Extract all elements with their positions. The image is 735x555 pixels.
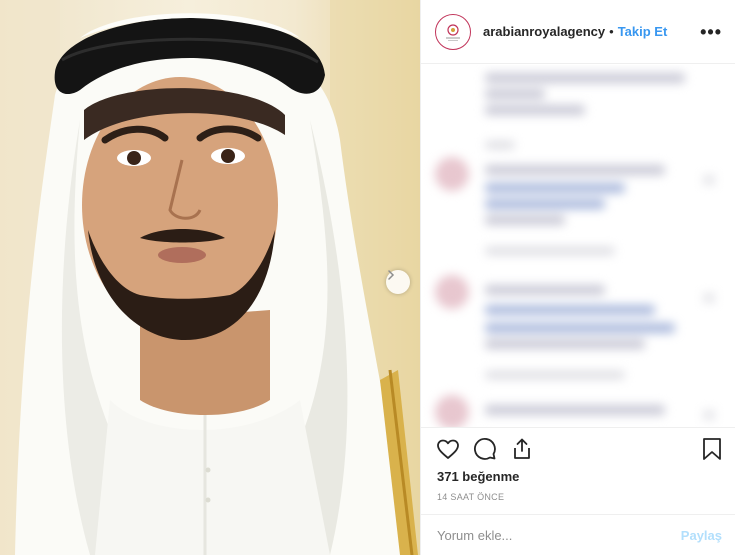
blurred-comments — [421, 65, 735, 427]
post-side-panel: arabianroyalagency • Takip Et ••• 371 be… — [420, 0, 735, 555]
post-timestamp[interactable]: 14 SAAT ÖNCE — [437, 492, 504, 502]
comments-list[interactable] — [421, 65, 735, 427]
share-icon — [514, 438, 530, 459]
more-options-button[interactable]: ••• — [700, 22, 722, 43]
avatar[interactable] — [435, 13, 471, 50]
chevron-right-icon — [388, 270, 395, 280]
post-header: arabianroyalagency • Takip Et ••• — [421, 0, 735, 64]
comment-input[interactable] — [437, 527, 681, 543]
post-comment-button[interactable]: Paylaş — [681, 528, 722, 543]
post-photo[interactable] — [0, 0, 420, 555]
username-link[interactable]: arabianroyalagency — [483, 24, 605, 39]
likes-count[interactable]: 371 beğenme — [437, 469, 519, 484]
save-button[interactable] — [699, 436, 725, 462]
like-button[interactable] — [435, 436, 461, 462]
post-actions — [421, 427, 735, 467]
comment-icon — [474, 438, 496, 460]
follow-button[interactable]: Takip Et — [618, 24, 668, 39]
portrait-illustration — [0, 0, 420, 555]
agency-logo-icon — [446, 23, 460, 41]
add-comment-section: Paylaş — [421, 514, 735, 555]
comment-button[interactable] — [472, 436, 498, 462]
heart-icon — [437, 439, 459, 459]
separator-dot: • — [609, 24, 614, 39]
next-image-button[interactable] — [386, 270, 410, 294]
share-button[interactable] — [509, 436, 535, 462]
bookmark-icon — [703, 438, 721, 460]
